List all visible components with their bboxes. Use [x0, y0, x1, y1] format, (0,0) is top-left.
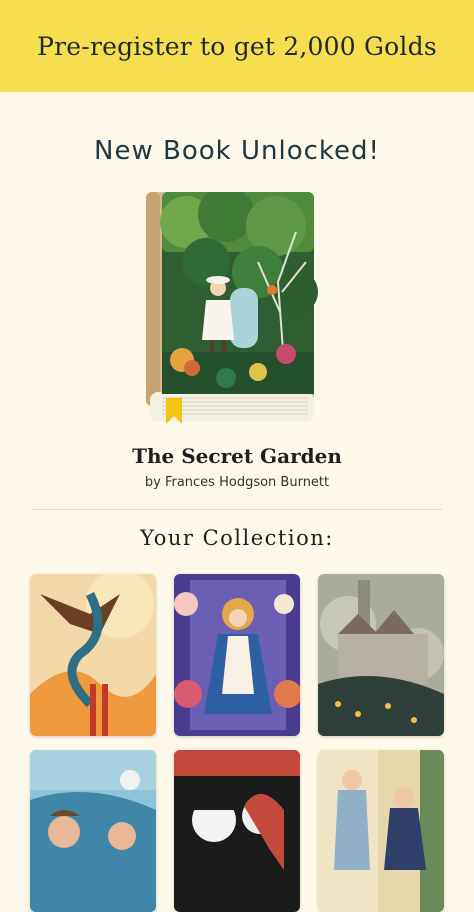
collection-item-sleeping-children[interactable]	[30, 750, 156, 912]
book-cover-image[interactable]	[146, 186, 318, 426]
collection-item-nurse-girl[interactable]	[318, 750, 444, 912]
divider	[32, 509, 442, 510]
collection-item-eagle-snake[interactable]	[30, 574, 156, 736]
preregister-banner[interactable]: Pre-register to get 2,000 Golds	[0, 0, 474, 92]
collection-item-castle-hill[interactable]	[318, 574, 444, 736]
collection-item-dark-couple[interactable]	[174, 750, 300, 912]
collection-item-alice-flowers[interactable]	[174, 574, 300, 736]
book-title: The Secret Garden	[132, 444, 342, 468]
book-author: by Frances Hodgson Burnett	[144, 475, 330, 490]
banner-text: Pre-register to get 2,000 Golds	[37, 31, 437, 61]
collection-heading: Your Collection:	[140, 526, 334, 550]
unlock-heading: New Book Unlocked!	[94, 136, 380, 166]
